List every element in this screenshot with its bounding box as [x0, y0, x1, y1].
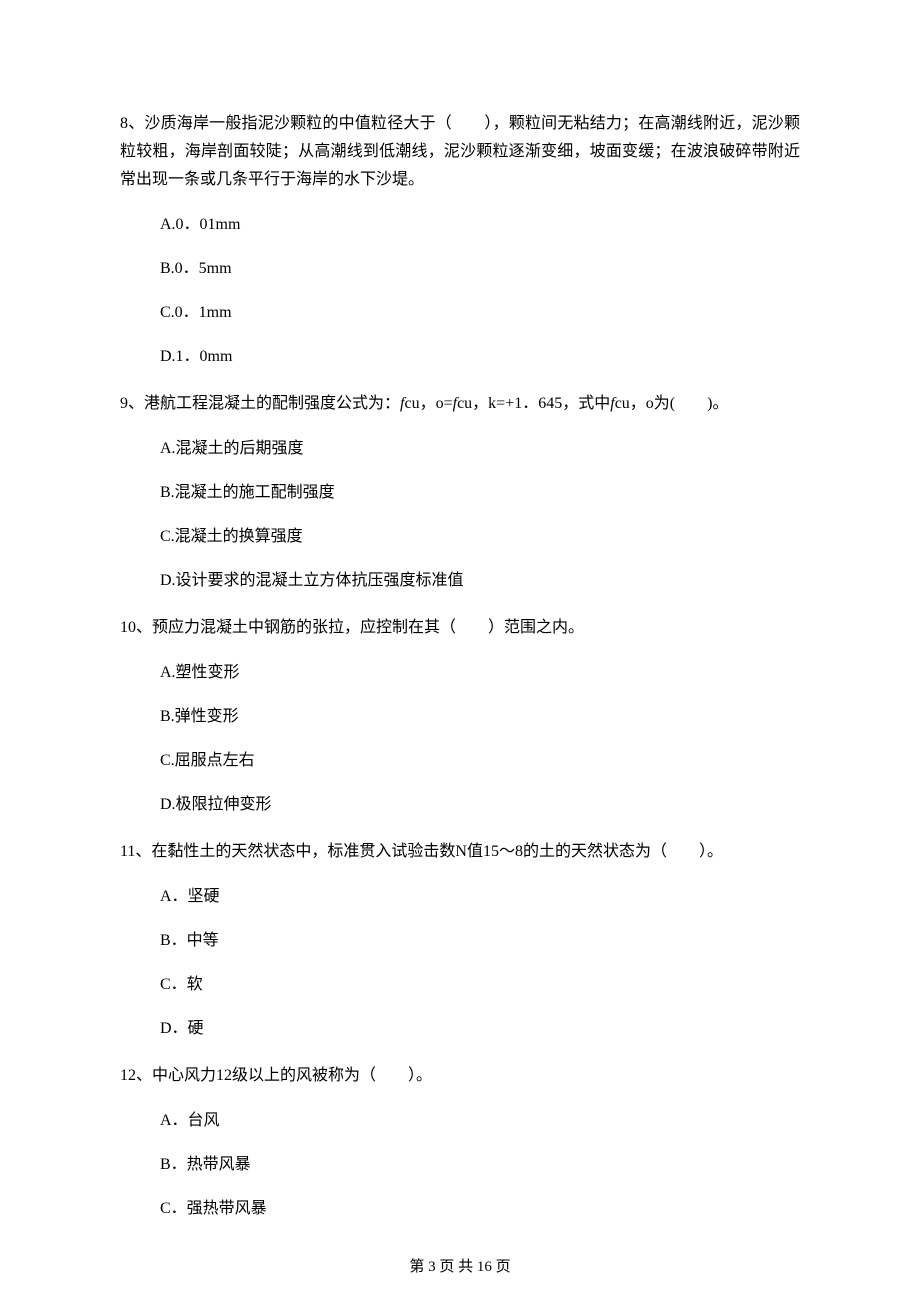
- question-11-options: A．坚硬 B．中等 C．软 D．硬: [120, 886, 800, 1040]
- stem-text: cu，o=: [404, 395, 452, 412]
- option-c: C.屈服点左右: [160, 750, 800, 772]
- option-a: A．坚硬: [160, 886, 800, 908]
- option-c: C.混凝土的换算强度: [160, 526, 800, 548]
- option-b: B．热带风暴: [160, 1154, 800, 1176]
- question-9-options: A.混凝土的后期强度 B.混凝土的施工配制强度 C.混凝土的换算强度 D.设计要…: [120, 438, 800, 592]
- pager-suffix: 页: [492, 1259, 511, 1275]
- option-c: C．强热带风暴: [160, 1198, 800, 1220]
- option-b: B.0．5mm: [160, 258, 800, 280]
- pager-current: 3: [428, 1259, 436, 1275]
- question-8-stem: 8、沙质海岸一般指泥沙颗粒的中值粒径大于（ ），颗粒间无粘结力；在高潮线附近，泥…: [120, 110, 800, 194]
- stem-text: cu，k=+1．645，式中: [457, 395, 610, 412]
- stem-text: 预应力混凝土中钢筋的张拉，应控制在其（: [152, 619, 456, 636]
- option-d: D.设计要求的混凝土立方体抗压强度标准值: [160, 570, 800, 592]
- option-a: A.0．01mm: [160, 214, 800, 236]
- blank: [376, 1067, 408, 1084]
- option-d: D.1．0mm: [160, 346, 800, 368]
- question-12-stem: 12、中心风力12级以上的风被称为（ ）。: [120, 1062, 800, 1090]
- question-10-options: A.塑性变形 B.弹性变形 C.屈服点左右 D.极限拉伸变形: [120, 662, 800, 816]
- stem-text: 中心风力12级以上的风被称为（: [152, 1067, 376, 1084]
- stem-text: cu，o为( )。: [615, 395, 729, 412]
- blank: [456, 619, 488, 636]
- stem-text: ）范围之内。: [488, 619, 584, 636]
- page-number: 第 3 页 共 16 页: [0, 1255, 920, 1276]
- question-number: 8、: [120, 115, 144, 132]
- stem-text: ）。: [699, 843, 723, 860]
- option-b: B.弹性变形: [160, 706, 800, 728]
- option-c: C．软: [160, 974, 800, 996]
- question-12-options: A．台风 B．热带风暴 C．强热带风暴: [120, 1110, 800, 1220]
- option-b: B．中等: [160, 930, 800, 952]
- option-d: D.极限拉伸变形: [160, 794, 800, 816]
- option-a: A.混凝土的后期强度: [160, 438, 800, 460]
- pager-prefix: 第: [409, 1259, 428, 1275]
- option-a: A.塑性变形: [160, 662, 800, 684]
- blank: [452, 115, 484, 132]
- question-9-stem: 9、港航工程混凝土的配制强度公式为：fcu，o=fcu，k=+1．645，式中f…: [120, 390, 800, 418]
- option-b: B.混凝土的施工配制强度: [160, 482, 800, 504]
- question-11-stem: 11、在黏性土的天然状态中，标准贯入试验击数N值15～8的土的天然状态为（ ）。: [120, 838, 800, 866]
- question-number: 11、: [120, 843, 151, 860]
- question-10-stem: 10、预应力混凝土中钢筋的张拉，应控制在其（ ）范围之内。: [120, 614, 800, 642]
- option-a: A．台风: [160, 1110, 800, 1132]
- stem-text: 在黏性土的天然状态中，标准贯入试验击数N值15～8的土的天然状态为（: [151, 843, 667, 860]
- question-number: 10、: [120, 619, 152, 636]
- stem-text: ）。: [408, 1067, 432, 1084]
- document-page: 8、沙质海岸一般指泥沙颗粒的中值粒径大于（ ），颗粒间无粘结力；在高潮线附近，泥…: [0, 0, 920, 1302]
- question-number: 12、: [120, 1067, 152, 1084]
- stem-text: 沙质海岸一般指泥沙颗粒的中值粒径大于（: [144, 115, 452, 132]
- blank: [667, 843, 699, 860]
- pager-middle: 页 共: [436, 1259, 477, 1275]
- option-d: D．硬: [160, 1018, 800, 1040]
- question-number: 9、: [120, 395, 144, 412]
- option-c: C.0．1mm: [160, 302, 800, 324]
- question-8-options: A.0．01mm B.0．5mm C.0．1mm D.1．0mm: [120, 214, 800, 368]
- pager-total: 16: [477, 1259, 492, 1275]
- stem-text: 港航工程混凝土的配制强度公式为：: [144, 395, 400, 412]
